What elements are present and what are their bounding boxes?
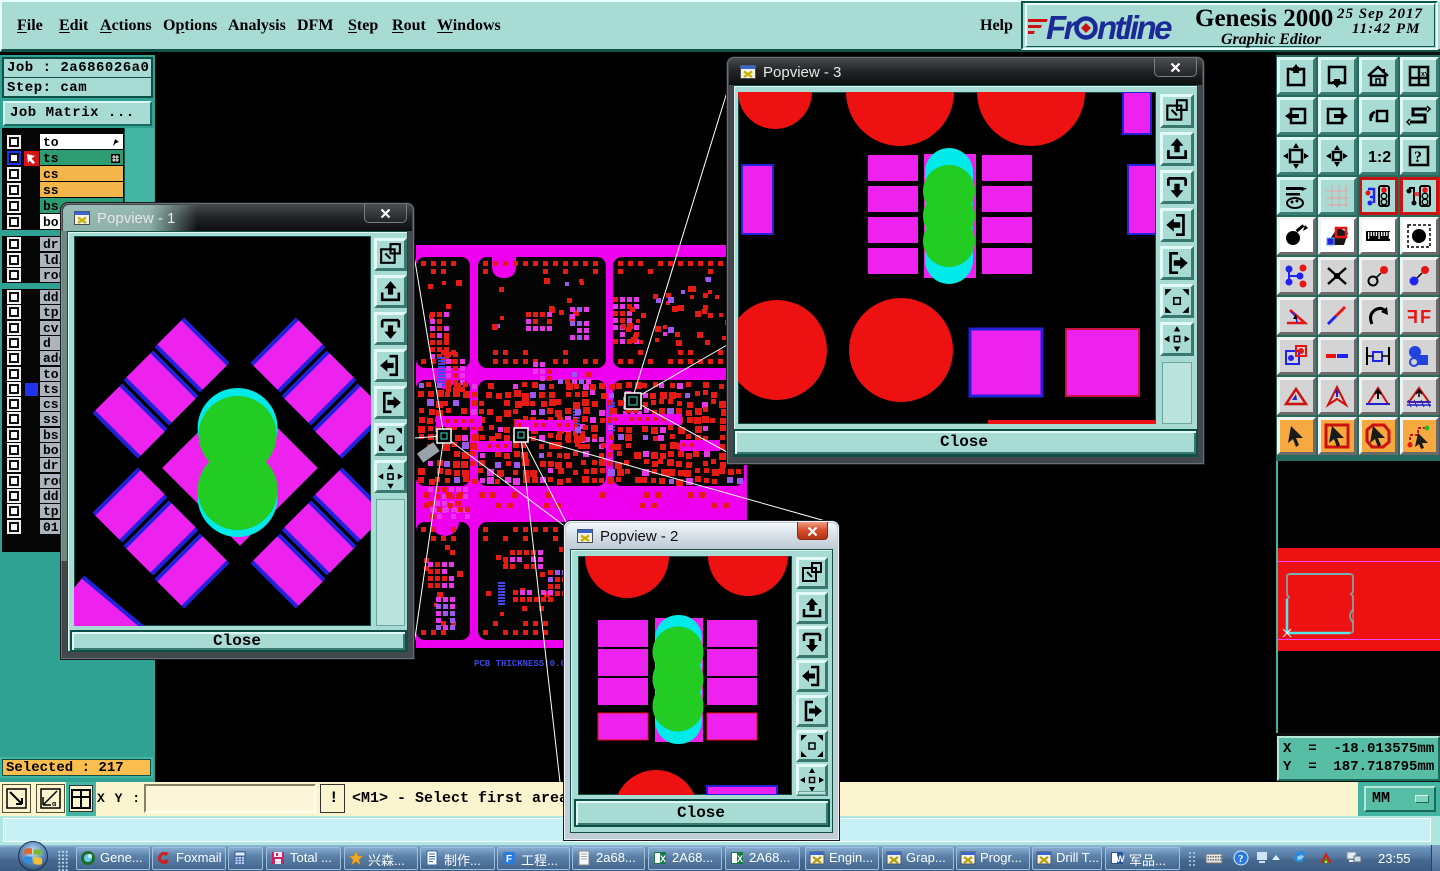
svg-text:1:2: 1:2 (1368, 149, 1391, 166)
svg-text:F: F (1407, 307, 1418, 327)
svg-text:X: X (660, 854, 666, 864)
svg-text:xy: xy (1421, 71, 1429, 78)
svg-text:Fr: Fr (1046, 9, 1079, 46)
svg-text:X: X (737, 854, 743, 864)
svg-text:F: F (1420, 307, 1431, 327)
svg-text:?: ? (1414, 149, 1422, 166)
svg-text:W: W (1116, 854, 1125, 864)
svg-text:PCB THICKNESS:0.6MM: PCB THICKNESS:0.6MM (474, 659, 577, 669)
svg-text:ntline: ntline (1097, 9, 1172, 46)
svg-text:F: F (506, 854, 512, 865)
svg-text:?: ? (1238, 853, 1244, 865)
svg-text:α: α (52, 801, 57, 808)
